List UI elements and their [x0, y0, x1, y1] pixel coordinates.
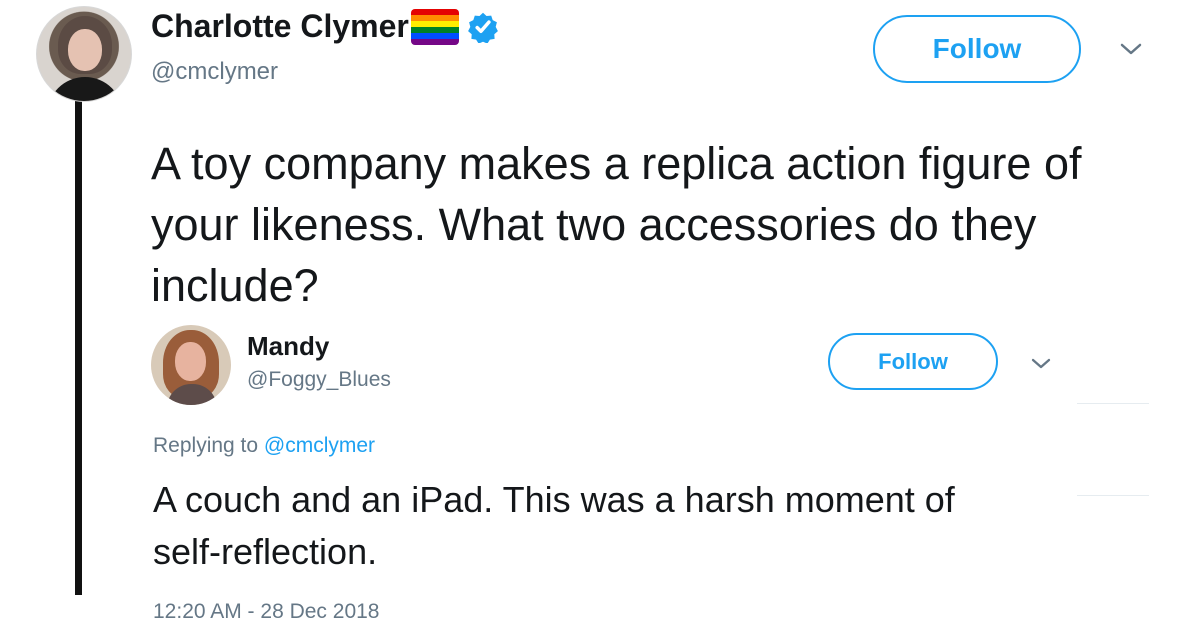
divider: [1077, 403, 1149, 404]
reply-author-name[interactable]: Mandy: [247, 330, 329, 362]
chevron-down-icon[interactable]: [1117, 37, 1145, 61]
charlotte-avatar[interactable]: [36, 6, 132, 102]
avatar-shirt: [47, 77, 123, 101]
mandy-avatar[interactable]: [151, 325, 231, 405]
avatar-face: [175, 342, 206, 381]
reply-timestamp[interactable]: 12:20 AM - 28 Dec 2018: [153, 599, 379, 625]
chevron-down-icon[interactable]: [1027, 351, 1055, 375]
replying-to-context: Replying to @cmclymer: [153, 433, 375, 459]
replying-to-label: Replying to: [153, 434, 259, 457]
avatar-face: [68, 29, 102, 71]
original-author-handle[interactable]: @cmclymer: [151, 57, 278, 87]
rainbow-flag-icon: [410, 8, 459, 45]
replying-to-handle-link[interactable]: @cmclymer: [264, 434, 375, 457]
divider: [1077, 495, 1149, 496]
original-tweet-text: A toy company makes a replica action fig…: [151, 138, 1082, 311]
original-author-name-row[interactable]: Charlotte Clymer: [151, 4, 499, 49]
follow-charlotte-button[interactable]: Follow: [873, 15, 1081, 83]
original-author-name[interactable]: Charlotte Clymer: [151, 4, 409, 49]
follow-mandy-button[interactable]: Follow: [828, 333, 998, 390]
reply-tweet-text: A couch and an iPad. This was a harsh mo…: [153, 479, 955, 572]
thread-line: [75, 96, 82, 595]
reply-author-handle[interactable]: @Foggy_Blues: [247, 367, 391, 393]
verified-badge-icon: [467, 11, 499, 43]
